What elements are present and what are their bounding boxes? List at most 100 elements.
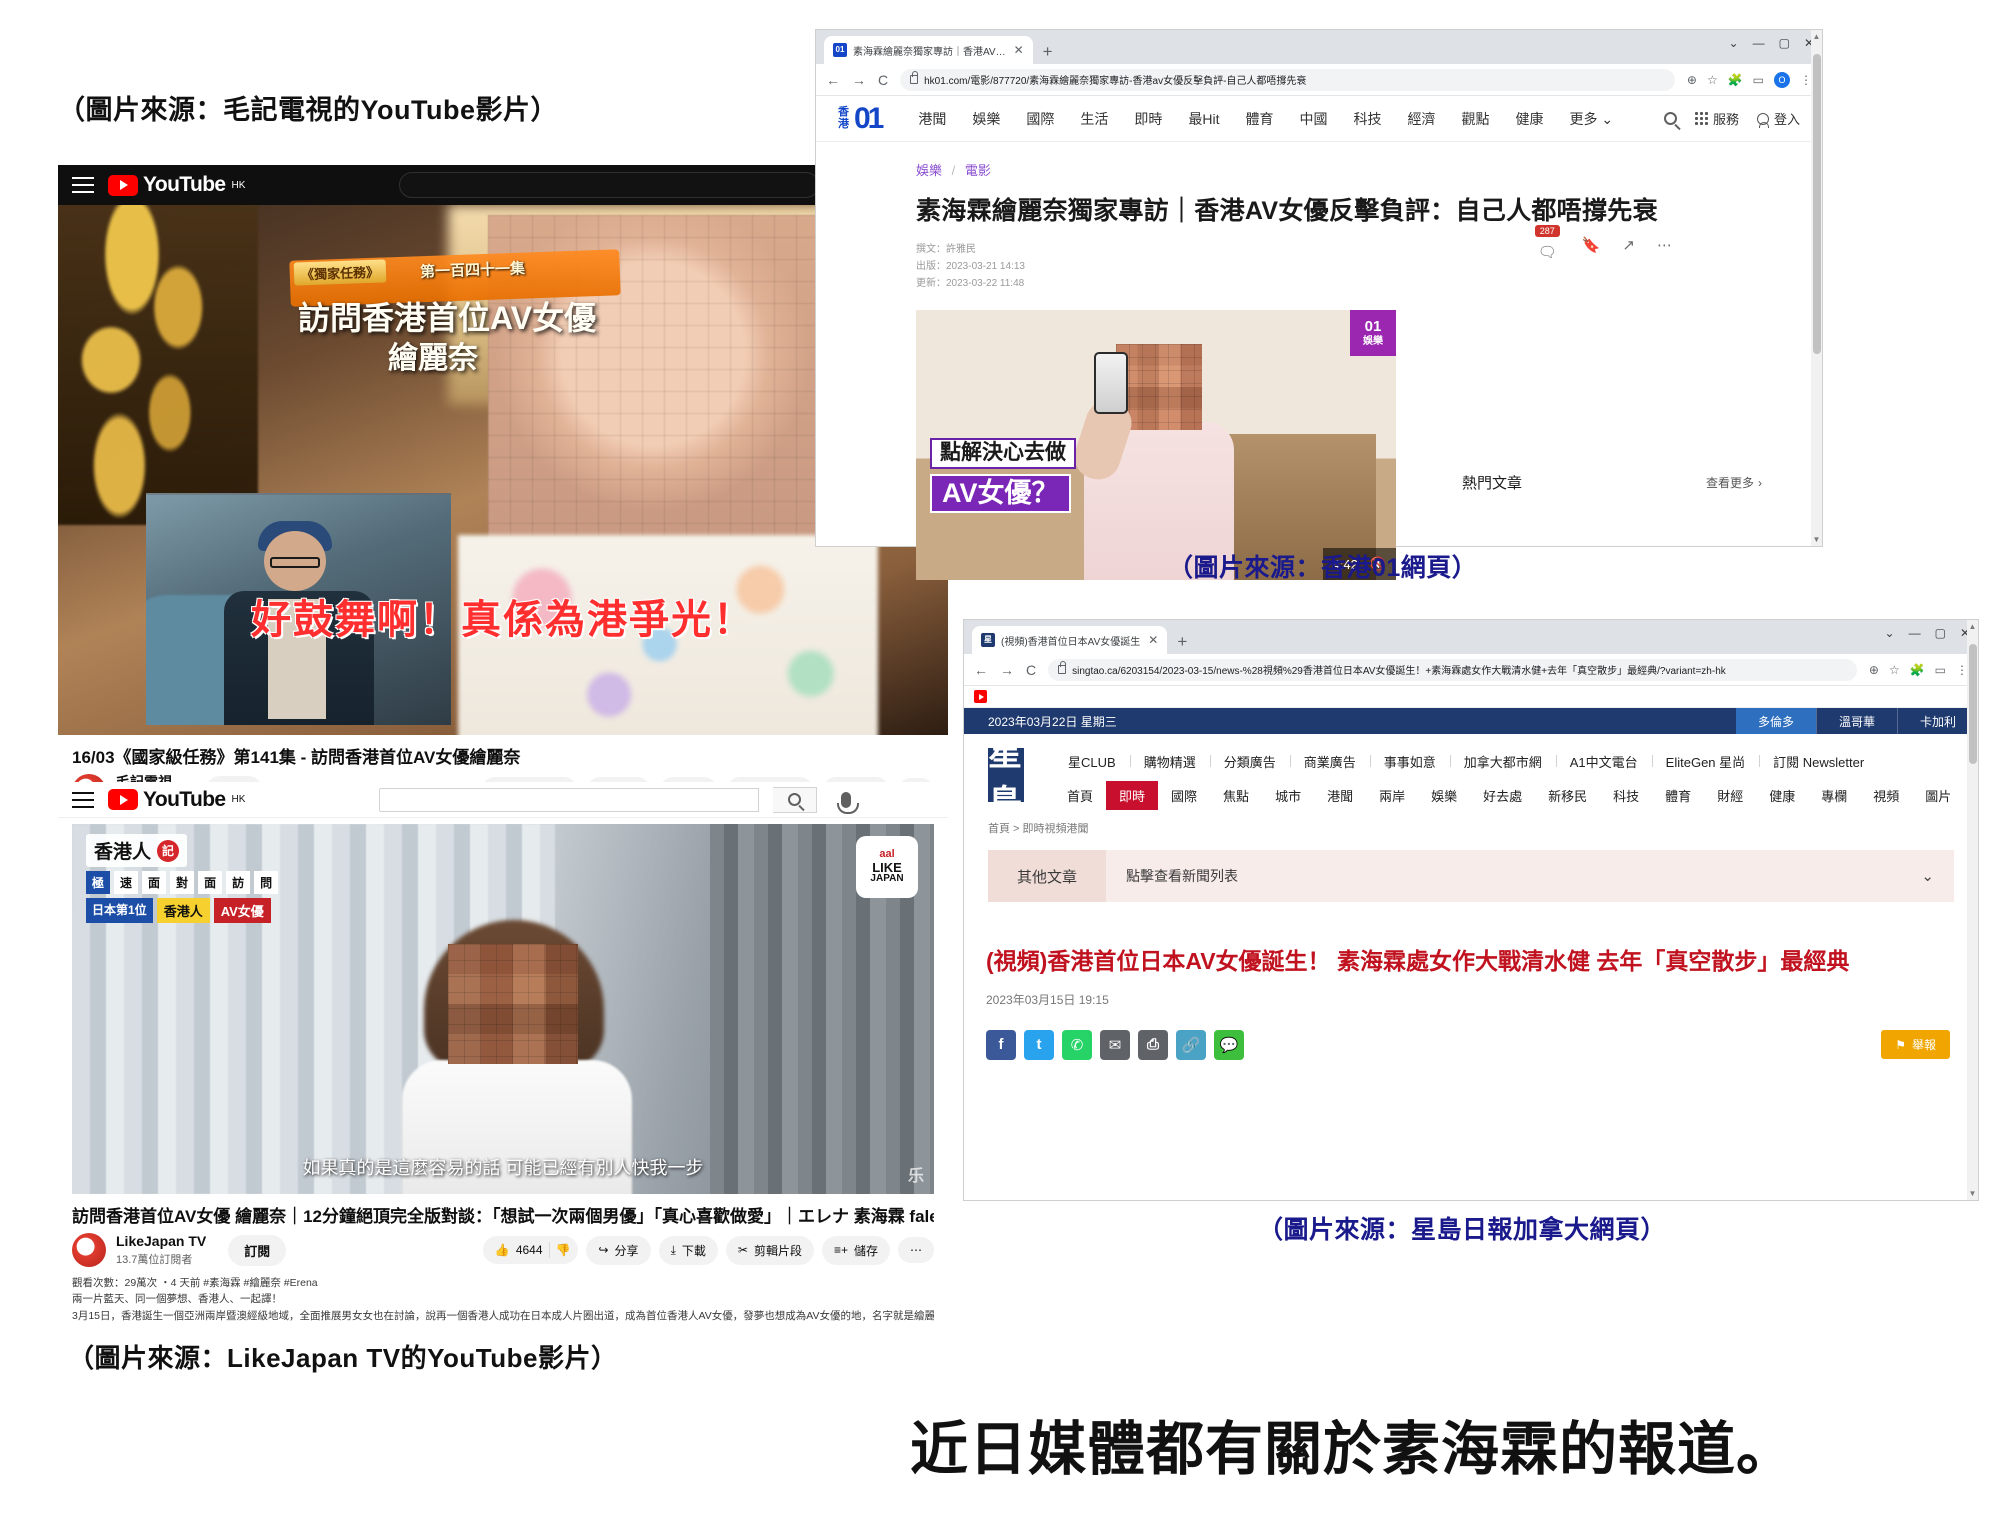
top-link-6[interactable]: A1中文電台 [1556, 752, 1652, 771]
search-button[interactable] [773, 787, 817, 813]
video-title[interactable]: 16/03《國家級任務》第141集 - 訪問香港首位AV女優繪麗奈 [72, 743, 934, 768]
save-button[interactable]: ≡+儲存 [822, 1236, 890, 1265]
back-icon[interactable]: ← [974, 662, 988, 678]
nav-item-12[interactable]: 財經 [1704, 781, 1756, 810]
top-link-7[interactable]: EliteGen 星尚 [1652, 752, 1759, 771]
nav-item-11[interactable]: 健康 [1503, 109, 1557, 129]
close-icon[interactable]: ✕ [1148, 633, 1158, 647]
minimize-icon[interactable]: — [1909, 626, 1921, 640]
hamburger-icon[interactable] [72, 792, 94, 808]
accordion-body[interactable]: 點擊查看新聞列表 ⌄ [1106, 850, 1954, 902]
hamburger-icon[interactable] [72, 177, 94, 193]
microphone-icon[interactable] [841, 792, 851, 808]
zoom-icon[interactable]: ⊕ [1687, 73, 1697, 87]
nav-item-4[interactable]: 城市 [1262, 781, 1314, 810]
youtube-logo[interactable]: YouTube HK [108, 173, 245, 197]
nav-item-8[interactable]: 好去處 [1470, 781, 1535, 810]
top-link-2[interactable]: 分類廣告 [1210, 752, 1290, 771]
chevron-down-icon[interactable]: ⌄ [1885, 626, 1895, 640]
zoom-icon[interactable]: ⊕ [1869, 663, 1879, 677]
nav-item-15[interactable]: 視頻 [1860, 781, 1912, 810]
twitter-icon[interactable]: t [1024, 1030, 1054, 1060]
back-icon[interactable]: ← [826, 72, 840, 88]
nav-item-6[interactable]: 兩岸 [1366, 781, 1418, 810]
nav-item-2[interactable]: 國際 [1158, 781, 1210, 810]
close-icon[interactable]: ✕ [1014, 43, 1024, 57]
scroll-down-icon[interactable]: ▼ [1968, 1189, 1977, 1198]
bookmark-star-icon[interactable]: ☆ [1889, 663, 1900, 677]
extensions-icon[interactable]: 🧩 [1728, 73, 1743, 87]
whatsapp-icon[interactable]: ✆ [1062, 1030, 1092, 1060]
edition-tab-calgary[interactable]: 卡加利 [1897, 708, 1978, 734]
top-link-1[interactable]: 購物精選 [1130, 752, 1210, 771]
browser-tab-hk01[interactable]: 01 素海霖繪麗奈獨家專訪｜香港AV… ✕ [824, 36, 1033, 64]
channel-avatar[interactable] [72, 1233, 106, 1267]
address-bar[interactable]: singtao.ca/6203154/2023-03-15/news-%28視頻… [1048, 659, 1857, 681]
nav-item-16[interactable]: 圖片 [1912, 781, 1964, 810]
nav-item-0[interactable]: 首頁 [1054, 781, 1106, 810]
edition-tab-vancouver[interactable]: 溫哥華 [1816, 708, 1897, 734]
nav-item-3[interactable]: 焦點 [1210, 781, 1262, 810]
video-player-a[interactable]: 《獨家任務》 第一百四十一集 訪問香港首位AV女優 繪麗奈 好鼓舞啊！真係為港爭… [58, 205, 948, 735]
download-button[interactable]: ⤓下載 [659, 1236, 718, 1265]
nav-item-7[interactable]: 中國 [1287, 109, 1341, 129]
youtube-logo[interactable]: YouTube HK [108, 788, 245, 812]
video-player-b[interactable]: 香港人 記 極 速 面 對 面 訪 問 日本第1位 香港人 AV女優 [72, 824, 934, 1194]
scroll-down-icon[interactable]: ▼ [1812, 535, 1821, 544]
nav-item-9[interactable]: 經濟 [1395, 109, 1449, 129]
vertical-scrollbar[interactable]: ▲ ▼ [1811, 30, 1822, 546]
more-actions-button[interactable]: ⋯ [898, 1237, 934, 1263]
scroll-up-icon[interactable]: ▲ [1812, 32, 1821, 41]
top-link-0[interactable]: 星CLUB [1054, 752, 1130, 771]
subscribe-button[interactable]: 訂閱 [228, 1235, 286, 1266]
report-button[interactable]: ⚑ 舉報 [1881, 1030, 1950, 1059]
reload-icon[interactable]: C [1026, 662, 1036, 678]
singtao-logo[interactable]: 星島 [988, 748, 1024, 802]
scroll-up-icon[interactable]: ▲ [1968, 622, 1977, 631]
bookmark-button[interactable]: 🔖 [1582, 236, 1601, 254]
channel-name[interactable]: LikeJapan TV [116, 1233, 206, 1251]
top-link-4[interactable]: 事事如意 [1370, 752, 1450, 771]
scrollbar-thumb[interactable] [1969, 644, 1977, 764]
facebook-icon[interactable]: f [986, 1030, 1016, 1060]
nav-item-14[interactable]: 專欄 [1808, 781, 1860, 810]
other-articles-accordion[interactable]: 其他文章 點擊查看新聞列表 ⌄ [988, 850, 1954, 902]
nav-item-10[interactable]: 觀點 [1449, 109, 1503, 129]
scrollbar-thumb[interactable] [1813, 54, 1821, 354]
search-input[interactable] [399, 172, 819, 198]
thumbs-down-icon[interactable]: 👎 [556, 1243, 571, 1257]
share-button[interactable]: ↗ [1622, 236, 1635, 254]
nav-item-2[interactable]: 國際 [1013, 109, 1067, 129]
forward-icon[interactable]: → [852, 72, 866, 88]
nav-item-4[interactable]: 即時 [1121, 109, 1175, 129]
nav-item-8[interactable]: 科技 [1341, 109, 1395, 129]
maximize-icon[interactable]: ▢ [1935, 626, 1946, 640]
like-button[interactable]: 👍 4644 👎 [483, 1236, 579, 1264]
see-more-link[interactable]: 查看更多 › [1706, 474, 1762, 491]
print-icon[interactable]: ⎙ [1138, 1030, 1168, 1060]
search-icon[interactable] [1664, 112, 1677, 125]
nav-item-3[interactable]: 生活 [1067, 109, 1121, 129]
search-input[interactable] [379, 788, 759, 812]
forward-icon[interactable]: → [1000, 662, 1014, 678]
address-bar[interactable]: hk01.com/電影/877720/素海霖繪麗奈獨家專訪-香港av女優反擊負評… [900, 69, 1675, 91]
top-link-8[interactable]: 訂閱 Newsletter [1759, 752, 1878, 771]
share-button[interactable]: ↪分享 [586, 1236, 650, 1265]
new-tab-button[interactable]: + [1043, 42, 1053, 62]
nav-item-10[interactable]: 科技 [1600, 781, 1652, 810]
nav-item-5[interactable]: 港聞 [1314, 781, 1366, 810]
breadcrumb-item-0[interactable]: 娛樂 [916, 163, 942, 178]
chevron-down-icon[interactable]: ⌄ [1921, 867, 1934, 885]
extensions-icon[interactable]: 🧩 [1910, 663, 1925, 677]
hk01-logo[interactable]: 香 港 01 [838, 102, 881, 136]
cast-icon[interactable]: ▭ [1753, 73, 1764, 87]
new-tab-button[interactable]: + [1177, 632, 1187, 652]
breadcrumb-item-1[interactable]: 電影 [965, 163, 991, 178]
maximize-icon[interactable]: ▢ [1779, 36, 1790, 50]
chevron-down-icon[interactable]: ⌄ [1729, 36, 1739, 50]
email-icon[interactable]: ✉ [1100, 1030, 1130, 1060]
minimize-icon[interactable]: — [1753, 36, 1765, 50]
nav-item-7[interactable]: 娛樂 [1418, 781, 1470, 810]
cast-icon[interactable]: ▭ [1935, 663, 1946, 677]
profile-avatar[interactable]: O [1774, 72, 1790, 88]
